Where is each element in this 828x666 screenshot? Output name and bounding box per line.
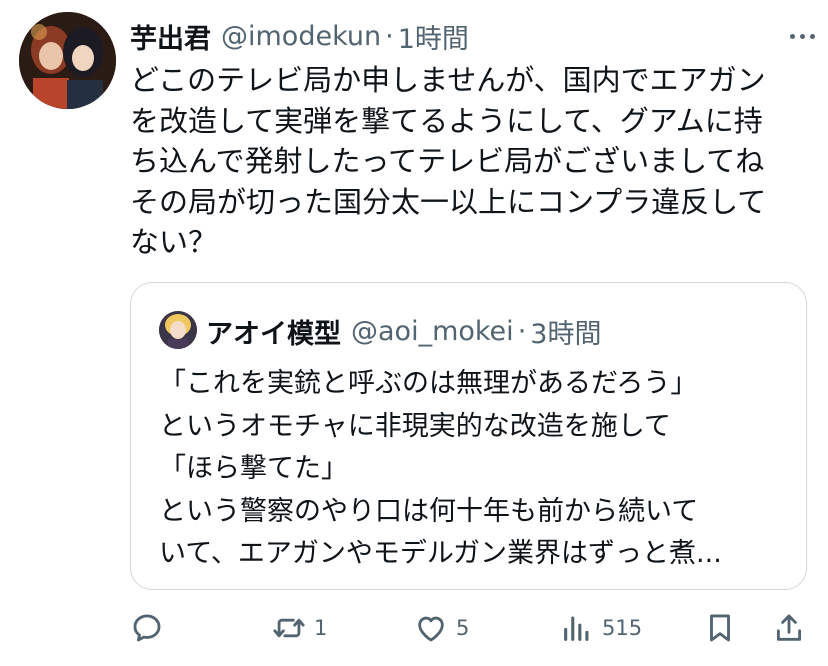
tweet-text-line: を改造して実弾を撃てるようにして、グアムに持 bbox=[130, 103, 763, 138]
heart-icon bbox=[418, 616, 444, 642]
views-count: 515 bbox=[602, 616, 643, 640]
quote-text-line: というオモチャに非現実的な改造を施して bbox=[159, 410, 671, 442]
quote-author-handle: @aoi_mokei bbox=[351, 315, 514, 347]
retweet-button[interactable]: 1 bbox=[272, 606, 327, 650]
quote-avatar-image bbox=[159, 311, 197, 349]
share-button[interactable] bbox=[772, 606, 806, 650]
quote-text-line: いて、エアガンやモデルガン業界はずっと煮... bbox=[159, 538, 722, 569]
author-name[interactable]: 芋出君 bbox=[130, 17, 211, 56]
quoted-tweet[interactable]: アオイ模型 @aoi_mokei · 3時間 「これを実銃と呼ぶのは無理があるだ… bbox=[130, 282, 807, 590]
quote-time: 3時間 bbox=[530, 318, 602, 350]
tweet-time[interactable]: 1時間 bbox=[398, 17, 469, 56]
tweet-text: どこのテレビ局か申しませんが、国内でエアガン を改造して実弾を撃てるようにして、… bbox=[130, 60, 810, 263]
author-avatar[interactable] bbox=[19, 12, 116, 109]
bookmark-button[interactable] bbox=[703, 606, 737, 650]
share-icon bbox=[776, 614, 802, 641]
tweet-header: 芋出君 @imodekun · 1時間 bbox=[130, 16, 469, 56]
views-icon bbox=[564, 616, 589, 641]
quote-text-line: 「ほら撃てた」 bbox=[159, 453, 348, 484]
bookmark-icon bbox=[710, 614, 730, 642]
quote-text-line: 「これを実銃と呼ぶのは無理があるだろう」 bbox=[159, 368, 698, 399]
tweet-text-line: どこのテレビ局か申しませんが、国内でエアガン bbox=[130, 63, 766, 97]
action-bar: 1 5 515 bbox=[0, 606, 828, 650]
more-icon[interactable] bbox=[782, 20, 822, 52]
retweet-count: 1 bbox=[314, 616, 328, 640]
separator-dot: · bbox=[385, 20, 394, 52]
quote-separator-dot: · bbox=[517, 315, 527, 347]
quote-text: 「これを実銃と呼ぶのは無理があるだろう」 というオモチャに非現実的な改造を施して… bbox=[159, 363, 799, 576]
quote-author-name: アオイ模型 bbox=[206, 318, 341, 350]
tweet-text-line: その局が切った国分太一以上にコンプラ違反して bbox=[130, 184, 767, 219]
retweet-icon bbox=[273, 618, 305, 638]
reply-icon bbox=[133, 614, 161, 642]
author-handle[interactable]: @imodekun bbox=[221, 21, 381, 52]
quote-author-avatar bbox=[159, 311, 197, 349]
reply-button[interactable] bbox=[130, 606, 172, 650]
avatar-image bbox=[19, 12, 116, 109]
like-button[interactable]: 5 bbox=[414, 606, 469, 650]
views-button[interactable]: 515 bbox=[560, 606, 642, 650]
like-count: 5 bbox=[456, 616, 470, 640]
tweet-text-line: ち込んで発射したってテレビ局がございましてね bbox=[130, 144, 765, 178]
quote-header: アオイ模型 @aoi_mokei · 3時間 bbox=[206, 311, 601, 351]
tweet-text-line: ない？ bbox=[130, 225, 218, 259]
quote-text-line: という警察のやり口は何十年も前から続いて bbox=[159, 495, 699, 527]
